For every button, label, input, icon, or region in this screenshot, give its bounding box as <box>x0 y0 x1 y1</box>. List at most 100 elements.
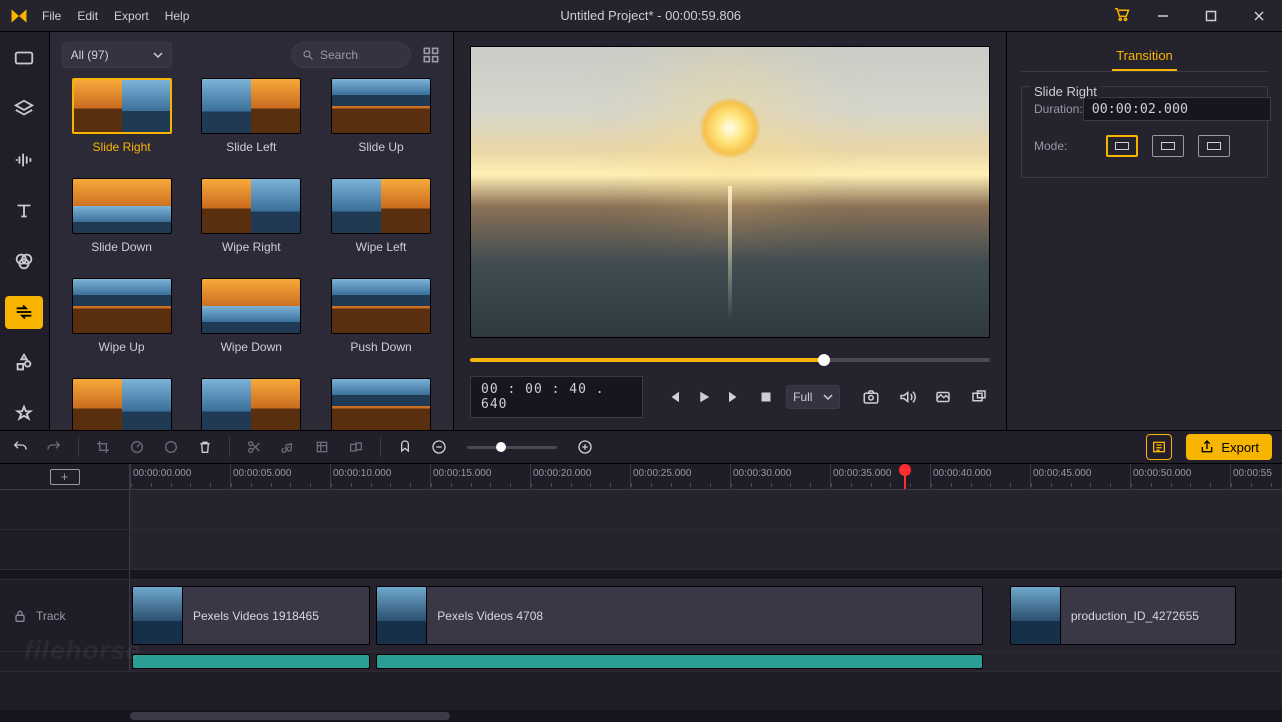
zoom-knob[interactable] <box>496 442 506 452</box>
transition-thumb-label: Slide Left <box>226 140 276 154</box>
timeline-clip[interactable]: Pexels Videos 1918465 <box>132 586 370 645</box>
video-track[interactable]: Pexels Videos 1918465Pexels Videos 4708 p… <box>130 580 1282 651</box>
sidebar-filters-icon[interactable] <box>5 245 43 278</box>
sidebar-text-icon[interactable] <box>5 194 43 227</box>
sidebar-elements-icon[interactable] <box>5 347 43 380</box>
properties-panel: Transition Slide Right Duration: Mode: <box>1006 32 1282 430</box>
marker-button[interactable] <box>395 437 415 457</box>
lock-icon[interactable] <box>12 608 28 624</box>
mode-option-postfix[interactable] <box>1198 135 1230 157</box>
scrubber-knob[interactable] <box>818 354 830 366</box>
volume-button[interactable] <box>896 386 918 408</box>
color-button[interactable] <box>161 437 181 457</box>
chevron-down-icon <box>153 50 163 60</box>
mode-option-overlap[interactable] <box>1106 135 1138 157</box>
transition-thumb-label: Slide Up <box>358 140 403 154</box>
timeline-settings-button[interactable] <box>1146 434 1172 460</box>
transition-thumb-label: Wipe Right <box>222 240 281 254</box>
zoom-slider[interactable] <box>467 446 557 449</box>
timeline-panel: + 00:00:00.00000:00:05.00000:00:10.00000… <box>0 464 1282 722</box>
track-label: Track <box>36 609 66 623</box>
stop-button[interactable] <box>755 386 776 408</box>
menu-edit[interactable]: Edit <box>77 9 98 23</box>
menu-file[interactable]: File <box>42 9 61 23</box>
safezone-button[interactable] <box>932 386 954 408</box>
transition-thumb[interactable]: Slide Up <box>321 78 441 170</box>
cart-icon[interactable] <box>1112 5 1130 26</box>
video-track-row: Track Pexels Videos 1918465Pexels Videos… <box>0 580 1282 652</box>
tab-transition[interactable]: Transition <box>1112 42 1177 71</box>
transition-thumb[interactable]: Wipe Right <box>191 178 311 270</box>
minimize-button[interactable] <box>1148 0 1178 32</box>
duration-label: Duration: <box>1034 102 1083 116</box>
redo-button[interactable] <box>44 437 64 457</box>
search-icon <box>302 49 314 61</box>
transition-thumb[interactable] <box>321 378 441 430</box>
transition-thumb[interactable]: Slide Right <box>62 78 182 170</box>
grid-view-icon[interactable] <box>421 45 441 65</box>
window-title: Untitled Project* - 00:00:59.806 <box>189 8 1112 23</box>
transition-thumb-label: Wipe Down <box>221 340 282 354</box>
export-button[interactable]: Export <box>1186 434 1272 460</box>
transition-thumb[interactable]: Slide Left <box>191 78 311 170</box>
zoom-in-button[interactable] <box>575 437 595 457</box>
export-icon <box>1199 439 1215 455</box>
timeline-audio-clip[interactable] <box>132 654 370 669</box>
playhead[interactable] <box>904 464 906 489</box>
delete-button[interactable] <box>195 437 215 457</box>
duration-input[interactable] <box>1083 97 1271 121</box>
title-bar: File Edit Export Help Untitled Project* … <box>0 0 1282 32</box>
add-track-button[interactable]: + <box>50 469 80 485</box>
crop-button[interactable] <box>93 437 113 457</box>
split-button[interactable] <box>244 437 264 457</box>
timeline-audio-clip[interactable] <box>376 654 983 669</box>
sidebar-favorites-icon[interactable] <box>5 397 43 430</box>
preview-content <box>700 98 760 158</box>
library-filter-dropdown[interactable]: All (97) <box>62 42 172 68</box>
speed-button[interactable] <box>127 437 147 457</box>
transition-thumb[interactable] <box>191 378 311 430</box>
group-button[interactable] <box>346 437 366 457</box>
transition-thumb[interactable]: Slide Down <box>62 178 182 270</box>
app-logo-icon <box>8 5 30 27</box>
sidebar-layers-icon[interactable] <box>5 93 43 126</box>
menu-export[interactable]: Export <box>114 9 149 23</box>
transition-thumb[interactable]: Wipe Up <box>62 278 182 370</box>
transition-thumb[interactable]: Push Down <box>321 278 441 370</box>
transition-thumb-label: Slide Right <box>93 140 151 154</box>
undo-button[interactable] <box>10 437 30 457</box>
prev-frame-button[interactable] <box>663 386 684 408</box>
play-button[interactable] <box>694 386 715 408</box>
mode-option-prefix[interactable] <box>1152 135 1184 157</box>
transition-thumb-label: Wipe Up <box>99 340 145 354</box>
snapshot-button[interactable] <box>860 386 882 408</box>
transition-thumb[interactable]: Wipe Down <box>191 278 311 370</box>
close-button[interactable] <box>1244 0 1274 32</box>
preview-viewport[interactable] <box>470 46 990 338</box>
library-grid: Slide Right Slide Left Slide Up Slide Down W… <box>50 78 453 430</box>
sidebar-media-icon[interactable] <box>5 42 43 75</box>
next-frame-button[interactable] <box>724 386 745 408</box>
sidebar-transitions-icon[interactable] <box>5 296 43 329</box>
transition-thumb-label: Slide Down <box>91 240 152 254</box>
timeline-scrollbar[interactable] <box>0 710 1282 722</box>
preview-scrubber[interactable] <box>470 358 990 362</box>
transition-thumb[interactable] <box>62 378 182 430</box>
timeline-tracks: Track Pexels Videos 1918465Pexels Videos… <box>0 490 1282 710</box>
timeline-toolbar: Export <box>0 430 1282 464</box>
menu-help[interactable]: Help <box>165 9 190 23</box>
audio-detach-button[interactable] <box>278 437 298 457</box>
audio-track[interactable] <box>130 652 1282 671</box>
library-search-input[interactable]: Search <box>291 42 411 68</box>
timeline-ruler[interactable]: 00:00:00.00000:00:05.00000:00:10.00000:0… <box>130 464 1282 489</box>
detach-preview-button[interactable] <box>968 386 990 408</box>
transition-thumb[interactable]: Wipe Left <box>321 178 441 270</box>
transition-thumb-label: Push Down <box>350 340 411 354</box>
zoom-out-button[interactable] <box>429 437 449 457</box>
preview-ratio-dropdown[interactable]: Full <box>786 385 840 409</box>
sidebar-audio-icon[interactable] <box>5 144 43 177</box>
timeline-clip[interactable]: production_ID_4272655 <box>1010 586 1236 645</box>
maximize-button[interactable] <box>1196 0 1226 32</box>
freeze-frame-button[interactable] <box>312 437 332 457</box>
timeline-clip[interactable]: Pexels Videos 4708 <box>376 586 983 645</box>
